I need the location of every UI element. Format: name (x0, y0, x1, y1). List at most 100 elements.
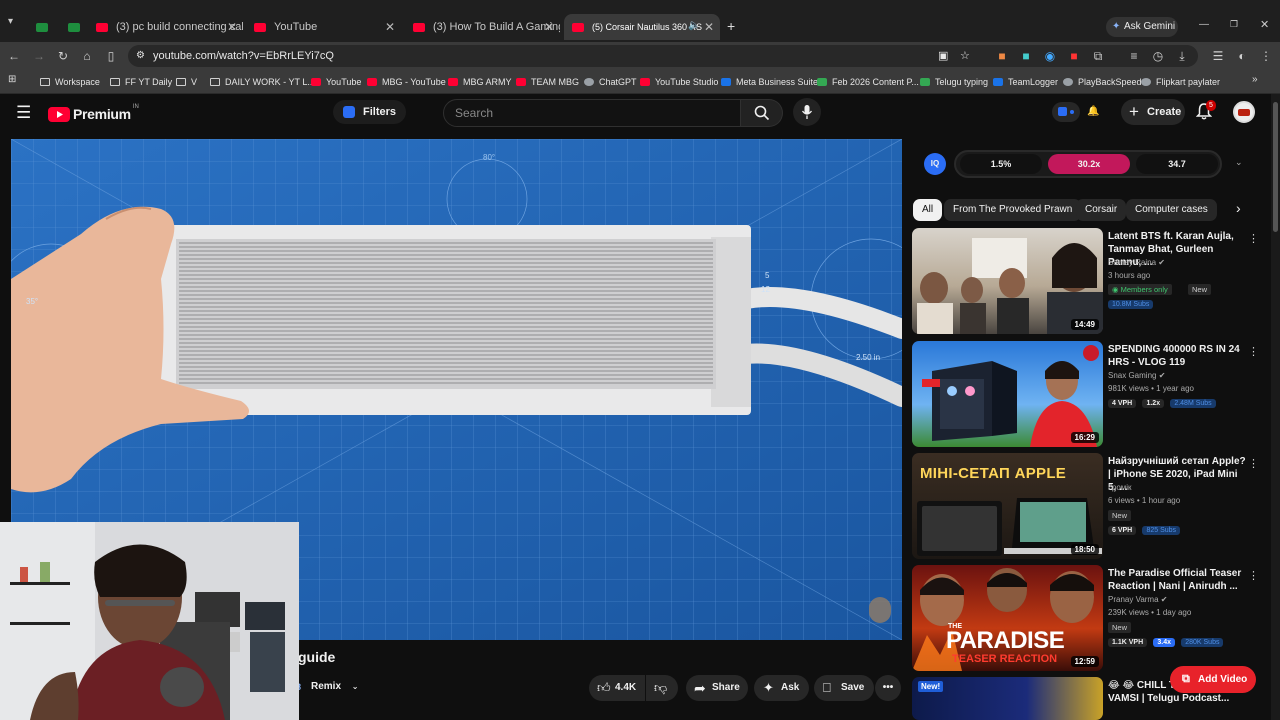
close-icon[interactable]: ✕ (227, 20, 237, 34)
video-thumbnail[interactable]: МІНІ-СЕТАП APPLE 18:50 (912, 453, 1103, 559)
chip-corsair[interactable]: Corsair (1076, 199, 1127, 221)
tab-3[interactable]: (3) pc build connecting cables✕ (88, 14, 243, 40)
split-view-icon[interactable]: ▯ (103, 48, 119, 64)
bookmark-youtube-studio[interactable]: YouTube Studio (640, 74, 718, 90)
bookmark-feb-content[interactable]: Feb 2026 Content P... (817, 74, 919, 90)
forward-icon[interactable]: → (31, 48, 47, 64)
close-icon[interactable]: ✕ (544, 20, 554, 34)
minimize-icon[interactable]: — (1199, 19, 1209, 30)
extensions-puzzle-icon[interactable]: ⧉ (1090, 48, 1106, 64)
bookmark-mbg-army[interactable]: MBG ARMY (448, 74, 512, 90)
share-button[interactable]: ➦ Share (686, 675, 748, 701)
page-scrollbar[interactable] (1271, 94, 1280, 720)
channel-watermark-icon[interactable] (869, 597, 891, 623)
channel-name[interactable]: Громік (1108, 483, 1132, 492)
chevron-down-icon[interactable]: ⌄ (1235, 157, 1243, 168)
vidiq-icon[interactable]: IQ (924, 153, 946, 175)
channel-name[interactable]: Snax Gaming ✔︎ (1108, 371, 1165, 380)
close-icon[interactable]: ✕ (385, 20, 395, 34)
chip-all[interactable]: All (913, 199, 943, 221)
download-icon[interactable]: ⤓ (1174, 48, 1190, 64)
bookmark-star-icon[interactable]: ☆ (960, 45, 970, 67)
channel-name[interactable]: Pranay Varma ✔︎ (1108, 595, 1167, 604)
more-vertical-icon[interactable]: ⋮ (1248, 457, 1259, 470)
stat-outlier[interactable]: 30.2x (1048, 154, 1130, 174)
speaker-icon[interactable]: 🔈 (688, 20, 700, 31)
restore-icon[interactable]: ❐ (1230, 19, 1238, 30)
bookmark-v[interactable]: V (176, 74, 197, 90)
video-title[interactable]: SPENDING 400000 RS IN 24 HRS - VLOG 119 (1108, 343, 1246, 369)
hamburger-menu-icon[interactable]: ☰ (16, 103, 31, 123)
more-actions-button[interactable]: ••• (875, 675, 901, 701)
chip-computer-cases[interactable]: Computer cases (1126, 199, 1217, 221)
tab-5[interactable]: (3) How To Build A Gaming PC✕ (405, 14, 560, 40)
video-title[interactable]: The Paradise Official Teaser Reaction | … (1108, 567, 1246, 593)
site-info-icon[interactable]: ⚙ (136, 45, 145, 67)
ask-gemini-button[interactable]: ✦ Ask Gemini (1106, 17, 1178, 37)
tab-4[interactable]: YouTube ✕ (246, 14, 401, 40)
bookmark-youtube[interactable]: YouTube (311, 74, 361, 90)
more-bookmarks-icon[interactable]: » (1252, 74, 1258, 85)
apps-icon[interactable]: ⊞ (8, 74, 16, 85)
video-thumbnail[interactable]: 14:49 (912, 228, 1103, 334)
save-button[interactable]: ⎕ Save (814, 675, 874, 701)
recommendation-item[interactable]: МІНІ-СЕТАП APPLE 18:50 Найзручніший сета… (912, 453, 1262, 561)
tab-search-icon[interactable]: ▾ (8, 16, 13, 27)
recommendation-item[interactable]: 16:29 SPENDING 400000 RS IN 24 HRS - VLO… (912, 341, 1262, 449)
scrollbar-thumb[interactable] (1273, 102, 1278, 232)
channel-name[interactable]: Samay Raina ✔︎ (1108, 258, 1165, 267)
create-button[interactable]: + Create (1121, 99, 1185, 125)
more-vertical-icon[interactable]: ⋮ (1248, 345, 1259, 358)
new-tab-button[interactable]: + (727, 18, 735, 34)
close-icon[interactable]: ✕ (704, 20, 714, 34)
tab-1[interactable] (28, 14, 60, 40)
profile-icon[interactable]: ◐ (1234, 48, 1250, 64)
youtube-logo[interactable]: Premium IN (48, 104, 139, 123)
bookmark-ff-yt-daily[interactable]: FF YT Daily (110, 74, 172, 90)
bookmark-meta-business[interactable]: Meta Business Suite (721, 74, 818, 90)
video-thumbnail[interactable]: New! (912, 677, 1103, 720)
video-thumbnail[interactable]: 16:29 (912, 341, 1103, 447)
vidiq-toggle[interactable] (1052, 102, 1080, 122)
bookmark-team-mbg[interactable]: TEAM MBG (516, 74, 579, 90)
filters-button[interactable]: Filters (333, 100, 407, 124)
like-button[interactable]: 👍︎ 4.4K (589, 675, 645, 701)
video-thumbnail[interactable]: THE PARADISE TEASER REACTION 12:59 (912, 565, 1103, 671)
add-video-button[interactable]: ⧉ Add Video (1170, 666, 1256, 693)
recommendation-item[interactable]: 14:49 Latent BTS ft. Karan Aujla, Tanmay… (912, 228, 1262, 336)
history-icon[interactable]: ◷ (1150, 48, 1166, 64)
dislike-button[interactable]: 👎︎ (646, 675, 678, 701)
back-icon[interactable]: ← (6, 48, 22, 64)
tab-active[interactable]: (5) Corsair Nautilus 360 RS 🔈 ✕ (564, 14, 720, 40)
bookmark-mbg-youtube[interactable]: MBG - YouTube (367, 74, 446, 90)
voice-search-button[interactable] (793, 98, 821, 126)
chevron-right-icon[interactable]: › (1236, 200, 1241, 216)
notifications-button[interactable]: 5 (1195, 100, 1216, 123)
extension-icon[interactable]: ■ (994, 48, 1010, 64)
stat-engagement[interactable]: 1.5% (960, 154, 1042, 174)
extension-icon[interactable]: ■ (1018, 48, 1034, 64)
search-input[interactable]: Search (443, 99, 741, 127)
extension-icon[interactable]: ◉ (1042, 48, 1058, 64)
bookmark-workspace[interactable]: Workspace (40, 74, 100, 90)
bookmark-chatgpt[interactable]: ChatGPT (584, 74, 637, 90)
ask-button[interactable]: ✦ Ask (754, 675, 809, 701)
search-button[interactable] (741, 99, 783, 127)
menu-icon[interactable]: ⋮ (1258, 48, 1274, 64)
tab-2[interactable] (60, 14, 90, 40)
tab-groups-icon[interactable]: ≡ (1126, 48, 1142, 64)
more-vertical-icon[interactable]: ⋮ (1248, 232, 1259, 245)
bookmark-teamlogger[interactable]: TeamLogger (993, 74, 1058, 90)
more-vertical-icon[interactable]: ⋮ (1248, 569, 1259, 582)
home-icon[interactable]: ⌂ (79, 48, 95, 64)
reading-list-icon[interactable]: ☰ (1210, 48, 1226, 64)
bell-small-icon[interactable]: 🔔 (1087, 106, 1099, 117)
bookmark-playbackspeed[interactable]: PlayBackSpeed (1063, 74, 1142, 90)
avatar[interactable] (1233, 101, 1255, 123)
close-window-icon[interactable]: ✕ (1260, 18, 1269, 31)
chip-provoked-prawn[interactable]: From The Provoked Prawn (944, 199, 1082, 221)
address-bar[interactable]: ⚙ youtube.com/watch?v=EbRrLEYi7cQ ▣ ☆ (128, 45, 1198, 67)
reload-icon[interactable]: ↻ (55, 48, 71, 64)
cast-icon[interactable]: ▣ (938, 45, 948, 67)
recommendation-item[interactable]: THE PARADISE TEASER REACTION 12:59 The P… (912, 565, 1262, 673)
